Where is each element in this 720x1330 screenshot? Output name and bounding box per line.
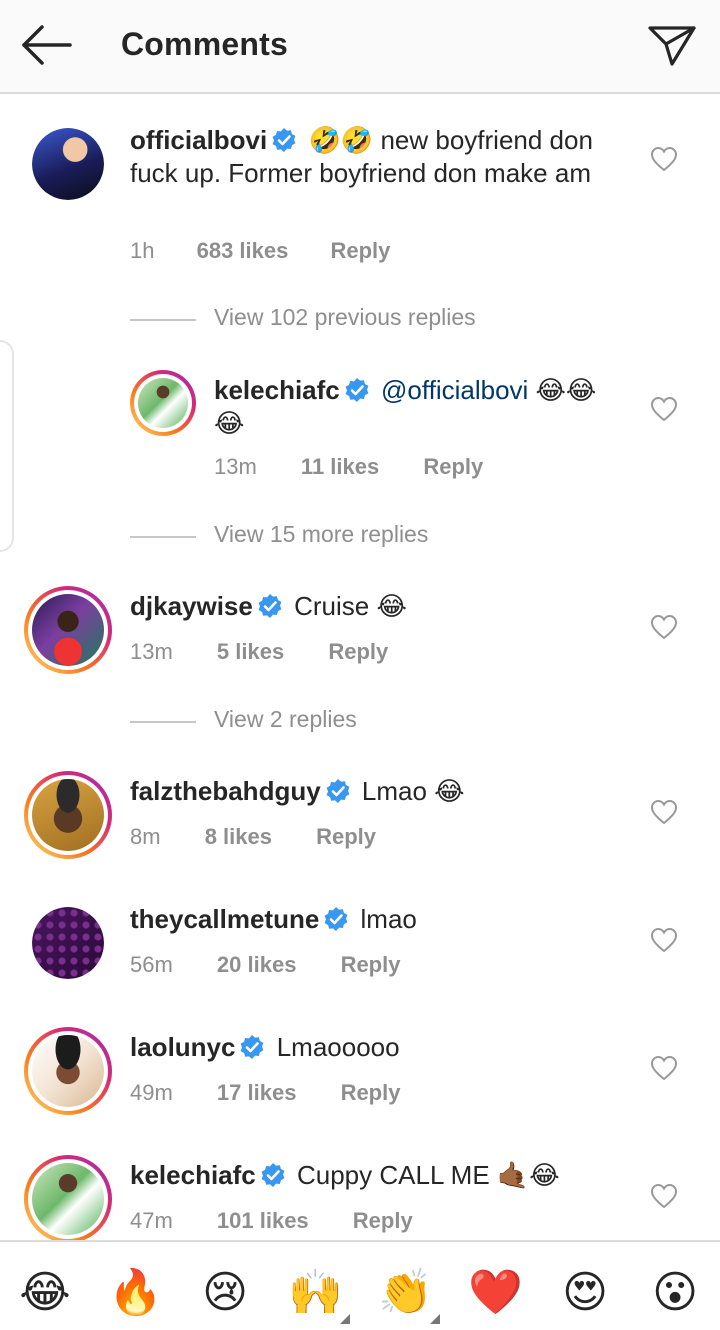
comment-time: 49m <box>130 1080 173 1105</box>
comment-likes[interactable]: 683 likes <box>197 238 289 263</box>
comment-meta: 13m 5 likes Reply <box>130 639 388 665</box>
avatar[interactable] <box>24 771 112 859</box>
comment-meta: 13m 11 likes Reply <box>214 454 483 480</box>
comment-time: 1h <box>130 238 155 263</box>
comment-meta: 56m 20 likes Reply <box>130 952 400 978</box>
heart-icon[interactable] <box>650 146 678 172</box>
divider-line <box>130 536 196 538</box>
emoji-heart-eyes-button[interactable]: 😍 <box>558 1266 612 1320</box>
view-replies-label[interactable]: View 15 more replies <box>214 521 428 548</box>
avatar[interactable] <box>130 370 196 436</box>
comment-meta: 8m 8 likes Reply <box>130 824 376 850</box>
heart-icon[interactable] <box>650 927 678 953</box>
comment-text: Lmaooooo <box>276 1032 400 1062</box>
verified-badge-icon <box>324 907 348 931</box>
emoji-raised-hands-button[interactable]: 🙌 <box>288 1266 343 1320</box>
emoji-clap-button[interactable]: 👏 <box>378 1266 433 1320</box>
avatar[interactable] <box>32 907 104 979</box>
view-more-replies[interactable]: View 15 more replies <box>130 521 550 551</box>
comment-username[interactable]: laolunyc <box>130 1032 235 1062</box>
view-replies[interactable]: View 2 replies <box>130 706 550 736</box>
comment-meta: 47m 101 likes Reply <box>130 1208 413 1234</box>
emoji-surprised-button[interactable]: 😮 <box>648 1266 702 1320</box>
reply-button[interactable]: Reply <box>423 454 483 479</box>
verified-badge-icon <box>272 128 296 152</box>
comment-likes[interactable]: 101 likes <box>217 1208 309 1233</box>
comment-username[interactable]: kelechiafc <box>130 1160 256 1190</box>
comment-meta: 49m 17 likes Reply <box>130 1080 400 1106</box>
comment-username[interactable]: kelechiafc <box>214 375 340 405</box>
comment-time: 47m <box>130 1208 173 1233</box>
comment-text: Cuppy CALL ME 🤙🏾😂 <box>296 1160 560 1190</box>
reply-button[interactable]: Reply <box>341 1080 401 1105</box>
comment-username[interactable]: theycallmetune <box>130 904 319 934</box>
mention-link[interactable]: @officialbovi <box>381 375 528 405</box>
verified-badge-icon <box>258 594 282 618</box>
comment-likes[interactable]: 11 likes <box>301 454 379 479</box>
heart-icon[interactable] <box>650 614 678 640</box>
comment-time: 13m <box>130 639 173 664</box>
heart-icon[interactable] <box>650 1055 678 1081</box>
share-button[interactable] <box>644 20 700 70</box>
comment-likes[interactable]: 8 likes <box>205 824 272 849</box>
back-button[interactable] <box>18 20 78 70</box>
comment-username[interactable]: falzthebahdguy <box>130 776 321 806</box>
comment-time: 56m <box>130 952 173 977</box>
comment-likes[interactable]: 5 likes <box>217 639 284 664</box>
heart-icon[interactable] <box>650 799 678 825</box>
avatar[interactable] <box>32 128 104 200</box>
reply-button[interactable]: Reply <box>341 952 401 977</box>
comment-username[interactable]: officialbovi <box>130 125 267 155</box>
comment-username[interactable]: djkaywise <box>130 591 253 621</box>
verified-badge-icon <box>326 779 350 803</box>
divider-line <box>130 721 196 723</box>
reply-button[interactable]: Reply <box>353 1208 413 1233</box>
emoji-reaction-bar: 😂 🔥 😢 🙌 👏 ❤️ 😍 😮 <box>0 1240 720 1330</box>
divider-line <box>130 319 196 321</box>
comment-time: 8m <box>130 824 161 849</box>
verified-badge-icon <box>261 1163 285 1187</box>
comment-meta: 1h 683 likes Reply <box>130 238 390 264</box>
arrow-left-icon <box>22 25 72 65</box>
view-previous-replies[interactable]: View 102 previous replies <box>130 304 550 334</box>
heart-icon[interactable] <box>650 396 678 422</box>
reply-button[interactable]: Reply <box>316 824 376 849</box>
avatar[interactable] <box>24 1155 112 1243</box>
view-replies-label[interactable]: View 102 previous replies <box>214 304 476 331</box>
comment-text: Cruise 😂 <box>294 591 407 621</box>
emoji-joy-button[interactable]: 😂 <box>18 1266 72 1320</box>
avatar[interactable] <box>24 586 112 674</box>
emoji-fire-button[interactable]: 🔥 <box>108 1266 163 1320</box>
heart-icon[interactable] <box>650 1183 678 1209</box>
paper-plane-icon <box>648 26 696 66</box>
comment-text: lmao <box>360 904 417 934</box>
emoji-heart-button[interactable]: ❤️ <box>468 1266 523 1320</box>
skin-tone-indicator-icon <box>430 1314 440 1324</box>
reply-button[interactable]: Reply <box>328 639 388 664</box>
verified-badge-icon <box>241 1035 264 1059</box>
skin-tone-indicator-icon <box>340 1314 350 1324</box>
comment-likes[interactable]: 17 likes <box>217 1080 297 1105</box>
comment-likes[interactable]: 20 likes <box>217 952 297 977</box>
verified-badge-icon <box>345 378 369 402</box>
comment-time: 13m <box>214 454 257 479</box>
comment-text: Lmao 😂 <box>361 776 465 806</box>
view-replies-label[interactable]: View 2 replies <box>214 706 357 733</box>
side-card-edge <box>0 340 14 552</box>
page-title: Comments <box>121 26 288 62</box>
reply-button[interactable]: Reply <box>330 238 390 263</box>
emoji-cry-button[interactable]: 😢 <box>198 1266 252 1320</box>
avatar[interactable] <box>24 1027 112 1115</box>
header-bar: Comments <box>0 0 720 94</box>
